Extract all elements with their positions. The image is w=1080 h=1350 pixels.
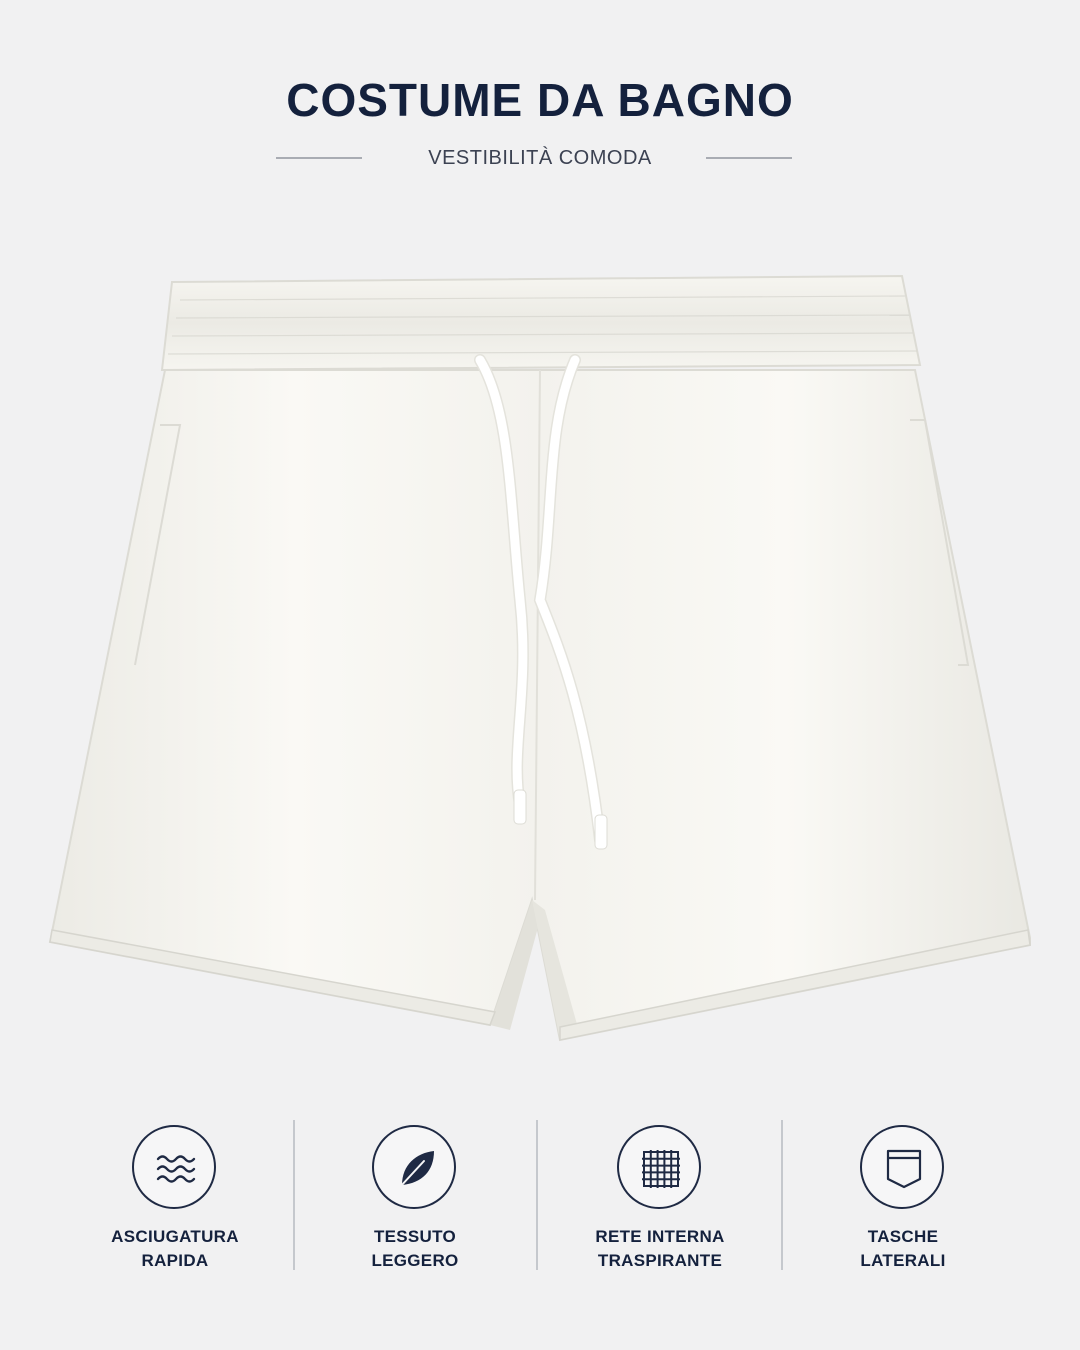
- pocket-icon: [886, 1149, 922, 1189]
- feature-label: TESSUTO LEGGERO: [295, 1225, 535, 1273]
- feature-icon-badge: [132, 1125, 216, 1209]
- feature-breathable-mesh: RETE INTERNA TRASPIRANTE: [540, 1115, 780, 1280]
- feature-lightweight: TESSUTO LEGGERO: [295, 1115, 535, 1280]
- product-image-swim-shorts: [40, 270, 1040, 1060]
- feature-label-line1: RETE INTERNA: [595, 1227, 725, 1246]
- feature-icon-badge: [860, 1125, 944, 1209]
- feature-label-line2: LEGGERO: [371, 1251, 459, 1270]
- feature-list: ASCIUGATURA RAPIDA TESSUTO LEGGERO RETE …: [55, 1115, 1025, 1280]
- feature-label-line1: TASCHE: [867, 1227, 939, 1246]
- feature-side-pockets: TASCHE LATERALI: [783, 1115, 1023, 1280]
- feature-label-line2: LATERALI: [860, 1251, 946, 1270]
- feature-icon-badge: [617, 1125, 701, 1209]
- leaf-icon: [399, 1151, 434, 1188]
- header: COSTUME DA BAGNO VESTIBILITÀ COMODA: [0, 0, 1080, 200]
- page-title: COSTUME DA BAGNO: [286, 74, 794, 126]
- feature-label-line2: TRASPIRANTE: [597, 1251, 723, 1270]
- waistband: [160, 274, 922, 372]
- feature-label: RETE INTERNA TRASPIRANTE: [540, 1225, 780, 1273]
- feature-icon-badge: [372, 1125, 456, 1209]
- feature-divider: [536, 1120, 538, 1270]
- mesh-grid-icon: [642, 1150, 680, 1188]
- feature-label: TASCHE LATERALI: [783, 1225, 1023, 1273]
- feature-label-line1: TESSUTO: [373, 1227, 457, 1246]
- subtitle-rule-right: [706, 157, 792, 159]
- waves-icon: [156, 1155, 196, 1183]
- subtitle: VESTIBILITÀ COMODA: [428, 147, 652, 169]
- feature-label: ASCIUGATURA RAPIDA: [55, 1225, 295, 1273]
- subtitle-row: VESTIBILITÀ COMODA: [0, 144, 1080, 172]
- feature-label-line1: ASCIUGATURA: [111, 1227, 239, 1246]
- swim-shorts-illustration: [48, 274, 1031, 1042]
- feature-quick-dry: ASCIUGATURA RAPIDA: [55, 1115, 295, 1280]
- feature-label-line2: RAPIDA: [141, 1251, 209, 1270]
